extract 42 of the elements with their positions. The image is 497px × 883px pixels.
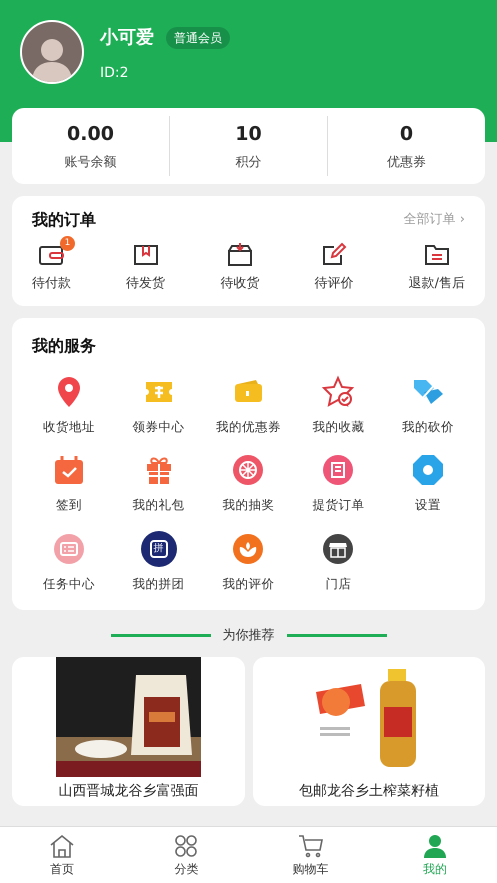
stat-label: 优惠券 — [387, 154, 426, 172]
stat-value: 10 — [235, 122, 262, 147]
service-button[interactable]: 任务中心 — [24, 531, 114, 594]
service-button[interactable]: 我的收藏 — [293, 374, 384, 436]
service-button[interactable]: 拼 我的拼团 — [114, 531, 204, 594]
service-button[interactable]: 领券中心 — [114, 374, 204, 436]
section-title: 我的订单 — [32, 209, 96, 231]
order-status-button[interactable]: 退款/售后 — [408, 240, 465, 294]
tab[interactable]: 分类 — [124, 827, 248, 883]
service-button[interactable]: 收货地址 — [24, 374, 114, 436]
product-title: 包邮龙谷乡土榨菜籽植 — [298, 782, 439, 802]
section-title: 我的服务 — [30, 334, 97, 356]
order-status-button[interactable]: 待收货 — [220, 240, 260, 294]
tab[interactable]: 首页 — [0, 827, 124, 883]
service-button[interactable]: 签到 — [24, 452, 114, 515]
service-button[interactable]: 我的抽奖 — [204, 452, 294, 515]
group-buy-icon: 拼 — [140, 531, 177, 567]
order-status-button[interactable]: 待评价 — [314, 240, 354, 294]
stat-value: 0 — [400, 122, 414, 147]
user-id: ID:2 — [100, 64, 130, 83]
member-level: 普通会员 — [166, 26, 230, 48]
count-badge: 1 — [60, 236, 75, 251]
service-button[interactable]: 我的评价 — [204, 531, 294, 594]
home-icon — [48, 832, 76, 860]
tab[interactable]: 购物车 — [248, 827, 373, 883]
stat-label: 积分 — [236, 154, 262, 172]
user-name: 小可爱 — [100, 26, 154, 50]
service-button[interactable]: 我的礼包 — [114, 452, 204, 515]
service-button[interactable]: 设置 — [383, 452, 473, 515]
order-status-button[interactable]: 待发货 — [126, 240, 166, 294]
cart-icon — [296, 832, 325, 860]
star-icon — [320, 374, 356, 410]
product-card[interactable]: 包邮龙谷乡土榨菜籽植 — [252, 657, 485, 806]
product-card[interactable]: 山西晋城龙谷乡富强面 — [12, 657, 244, 806]
stat-label: 账号余额 — [64, 154, 116, 172]
product-title: 山西晋城龙谷乡富强面 — [58, 782, 198, 802]
service-button[interactable]: 我的优惠券 — [204, 374, 294, 436]
service-button[interactable]: 提货订单 — [293, 452, 384, 515]
service-button[interactable]: 门店 — [293, 531, 384, 594]
service-button[interactable]: 我的砍价 — [383, 374, 473, 436]
section-title: 为你推荐 — [222, 626, 274, 645]
stat-value: 0.00 — [67, 122, 114, 147]
